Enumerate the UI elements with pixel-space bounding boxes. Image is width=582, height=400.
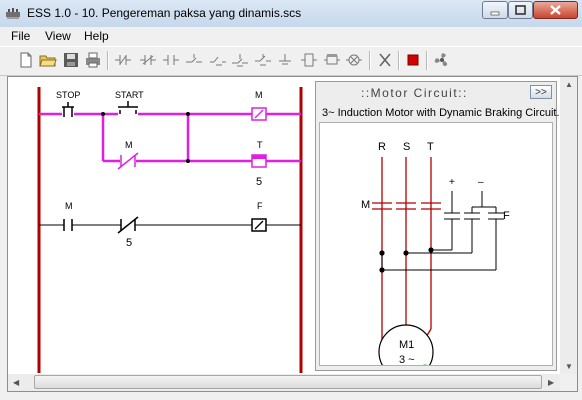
toolbar bbox=[0, 46, 582, 76]
horizontal-scrollbar[interactable]: ◀ ▶ bbox=[8, 374, 560, 391]
timer-coil-icon[interactable] bbox=[323, 51, 341, 69]
horizontal-scroll-thumb[interactable] bbox=[34, 375, 542, 389]
contact-t-value: 5 bbox=[126, 237, 132, 249]
coil-t-label: T bbox=[257, 140, 263, 150]
motor-phase: 3 ~ bbox=[399, 354, 415, 365]
nc-contact-alt-icon[interactable] bbox=[139, 51, 157, 69]
menu-help[interactable]: Help bbox=[84, 29, 109, 43]
timer-contact-icon[interactable] bbox=[185, 51, 203, 69]
start-label: START bbox=[115, 90, 144, 100]
stop-contact[interactable] bbox=[62, 102, 74, 117]
ground-icon[interactable] bbox=[254, 51, 272, 69]
delete-icon[interactable] bbox=[376, 51, 394, 69]
minimize-icon bbox=[490, 11, 500, 16]
no-contact-m[interactable] bbox=[63, 219, 73, 231]
stop-run-icon[interactable] bbox=[404, 51, 422, 69]
motor-circuit-diagram: R S T M + – F M1 3 ~ bbox=[361, 141, 510, 365]
new-file-icon[interactable] bbox=[17, 51, 35, 69]
motor-circuit-view: R S T M + – F M1 3 ~ bbox=[319, 122, 553, 366]
scroll-right-icon[interactable]: ▶ bbox=[548, 378, 554, 387]
motor-name: M1 bbox=[399, 339, 414, 351]
no-contact-icon[interactable] bbox=[162, 51, 180, 69]
timer-coil-t[interactable] bbox=[251, 154, 267, 168]
relay-icon[interactable] bbox=[300, 51, 318, 69]
contact-m-3-label: M bbox=[65, 201, 73, 211]
coil-m[interactable] bbox=[251, 107, 267, 121]
contact-m-2-label: M bbox=[125, 140, 133, 150]
coil-m-label: M bbox=[255, 90, 263, 100]
app-icon bbox=[6, 8, 20, 19]
phase-t-label: T bbox=[427, 141, 434, 153]
panel-subtitle: 3~ Induction Motor with Dynamic Braking … bbox=[322, 107, 560, 119]
scroll-left-icon[interactable]: ◀ bbox=[13, 378, 19, 387]
scrollbar-corner bbox=[560, 374, 577, 391]
menu-file[interactable]: File bbox=[11, 29, 30, 43]
minimize-button[interactable] bbox=[482, 1, 508, 19]
menu-view[interactable]: View bbox=[45, 29, 71, 43]
maximize-icon bbox=[515, 5, 526, 15]
coil-alt-icon[interactable] bbox=[231, 51, 249, 69]
lamp-icon[interactable] bbox=[345, 51, 363, 69]
fan-icon[interactable] bbox=[433, 51, 451, 69]
motor-circuit-panel: ::Motor Circuit:: >> 3~ Induction Motor … bbox=[315, 81, 560, 371]
maximize-button[interactable] bbox=[508, 1, 533, 19]
contactor-f-label: F bbox=[503, 210, 510, 222]
menu-bar: File View Help bbox=[0, 27, 582, 46]
motor-m1: M1 3 ~ bbox=[378, 324, 434, 365]
phase-r-label: R bbox=[378, 141, 386, 153]
phase-s-label: S bbox=[403, 141, 410, 153]
ground-alt-icon[interactable] bbox=[276, 51, 294, 69]
save-icon[interactable] bbox=[62, 51, 80, 69]
vertical-scrollbar[interactable]: ▲ ▼ bbox=[560, 77, 577, 374]
print-icon[interactable] bbox=[84, 51, 102, 69]
close-button[interactable] bbox=[533, 1, 578, 19]
title-bar: ESS 1.0 - 10. Pengereman paksa yang dina… bbox=[0, 0, 582, 28]
close-icon bbox=[550, 5, 561, 15]
scroll-up-icon[interactable]: ▲ bbox=[565, 80, 573, 89]
coil-t-value: 5 bbox=[256, 176, 262, 188]
coil-f[interactable] bbox=[251, 218, 267, 232]
contactor-m-label: M bbox=[361, 199, 370, 211]
open-folder-icon[interactable] bbox=[39, 51, 57, 69]
panel-title: ::Motor Circuit:: bbox=[361, 86, 468, 100]
panel-collapse-button[interactable]: >> bbox=[530, 85, 552, 99]
nc-contact-icon[interactable] bbox=[114, 51, 132, 69]
coil-f-label: F bbox=[257, 201, 263, 211]
start-contact[interactable] bbox=[118, 101, 138, 114]
nc-contact-m[interactable] bbox=[117, 152, 139, 170]
panel-header: ::Motor Circuit:: >> bbox=[316, 82, 556, 104]
coil-icon[interactable] bbox=[209, 51, 227, 69]
nc-timer-contact-t[interactable] bbox=[117, 216, 139, 234]
scroll-down-icon[interactable]: ▼ bbox=[565, 362, 573, 371]
ladder-diagram: STOP START M M T 5 M 5 F bbox=[37, 87, 303, 373]
window-title: ESS 1.0 - 10. Pengereman paksa yang dina… bbox=[27, 6, 302, 20]
dc-minus-label: – bbox=[478, 177, 484, 188]
dc-plus-label: + bbox=[449, 177, 455, 188]
stop-label: STOP bbox=[56, 90, 80, 100]
